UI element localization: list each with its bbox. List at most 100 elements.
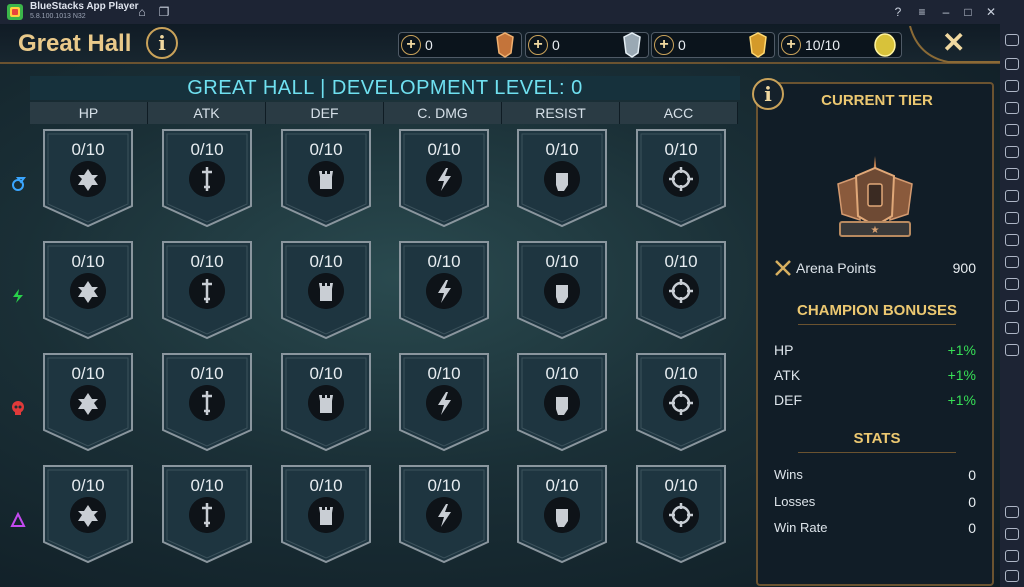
slot-progress: 0/10	[309, 476, 343, 495]
upgrade-slot[interactable]: 0/10	[516, 352, 608, 452]
stat-label: Win Rate	[774, 520, 828, 535]
gamepad-icon[interactable]	[1005, 124, 1019, 136]
location-icon[interactable]	[1005, 278, 1019, 290]
slot-progress: 0/10	[427, 364, 461, 383]
back-icon[interactable]	[1005, 528, 1019, 540]
gold-medal-icon	[749, 32, 767, 58]
upgrade-slot[interactable]: 0/10	[635, 464, 727, 564]
close-window-button[interactable]: ✕	[983, 4, 999, 20]
upgrade-slot[interactable]: 0/10	[280, 464, 372, 564]
upgrade-slot[interactable]: 0/10	[161, 128, 253, 228]
shake-icon[interactable]	[1005, 300, 1019, 312]
resist-stat-icon	[544, 385, 580, 421]
info-button[interactable]: i	[146, 27, 178, 59]
stats-title: STATS	[853, 430, 901, 447]
slot-progress: 0/10	[545, 140, 579, 159]
crossed-swords-icon	[775, 260, 791, 276]
folder-icon[interactable]	[1005, 212, 1019, 224]
atk-stat-icon	[189, 497, 225, 533]
slot-progress: 0/10	[190, 252, 224, 271]
screen-record-icon[interactable]	[1005, 234, 1019, 246]
upgrade-slot[interactable]: 0/10	[635, 352, 727, 452]
minimize-button[interactable]: –	[938, 4, 954, 20]
crit-dmg-stat-icon	[426, 161, 462, 197]
eco-mode-icon[interactable]	[1005, 344, 1019, 356]
tier-panel: i CURRENT TIER ★ Arena Points 900 CHAMPI…	[752, 78, 994, 586]
upgrade-slot[interactable]: 0/10	[280, 352, 372, 452]
slot-progress: 0/10	[545, 364, 579, 383]
upgrade-slot[interactable]: 0/10	[42, 352, 134, 452]
window-title: BlueStacks App Player	[30, 1, 139, 12]
resist-stat-icon	[544, 273, 580, 309]
stat-label: Wins	[774, 467, 803, 482]
column-header: RESIST	[502, 102, 620, 124]
resist-stat-icon	[544, 161, 580, 197]
acc-stat-icon	[663, 497, 699, 533]
airplane-icon[interactable]	[1005, 256, 1019, 268]
slot-progress: 0/10	[71, 476, 105, 495]
champion-bonuses-title: CHAMPION BONUSES	[796, 302, 957, 319]
upgrade-slot[interactable]: 0/10	[161, 464, 253, 564]
upgrade-slot[interactable]: 0/10	[161, 240, 253, 340]
upgrade-slot[interactable]: 0/10	[398, 240, 490, 340]
upgrade-slot[interactable]: 0/10	[42, 464, 134, 564]
column-header: C. DMG	[384, 102, 502, 124]
fullscreen-icon[interactable]	[1005, 34, 1019, 46]
video-icon[interactable]	[1005, 80, 1019, 92]
upgrade-slot[interactable]: 0/10	[280, 128, 372, 228]
upgrade-slot[interactable]: 0/10	[398, 464, 490, 564]
maximize-button[interactable]: □	[960, 4, 976, 20]
arena-token-icon	[874, 33, 896, 57]
slot-progress: 0/10	[664, 140, 698, 159]
resource-value: 10/10	[805, 37, 841, 53]
upgrade-slot[interactable]: 0/10	[161, 352, 253, 452]
help-icon[interactable]: ?	[890, 4, 906, 20]
silver-medal-icon	[623, 32, 641, 58]
upgrade-slot[interactable]: 0/10	[516, 464, 608, 564]
settings-icon[interactable]	[1005, 506, 1019, 518]
volume-icon[interactable]	[1005, 58, 1019, 70]
keyboard-icon[interactable]	[1005, 102, 1019, 114]
resource-gold: + 0	[651, 32, 775, 58]
emulator-sidebar	[1000, 24, 1024, 587]
screenshot-icon[interactable]	[1005, 190, 1019, 202]
home-nav-icon[interactable]	[1005, 550, 1019, 562]
divider	[798, 324, 956, 325]
def-stat-icon	[308, 497, 344, 533]
upgrade-slot[interactable]: 0/10	[635, 240, 727, 340]
resource-bronze: + 0	[398, 32, 522, 58]
upgrade-slot[interactable]: 0/10	[280, 240, 372, 340]
upgrade-slot[interactable]: 0/10	[398, 128, 490, 228]
macro-icon[interactable]	[1005, 146, 1019, 158]
game-topbar: Great Hall i + 0 + 0 + 0 + 10/10 ✕	[0, 24, 1000, 64]
upgrade-slot[interactable]: 0/10	[635, 128, 727, 228]
page-title: Great Hall	[18, 30, 132, 57]
slot-progress: 0/10	[545, 252, 579, 271]
add-gold-button[interactable]: +	[654, 35, 674, 55]
multi-instance-icon[interactable]: ❐	[156, 4, 172, 20]
upgrade-slot[interactable]: 0/10	[516, 240, 608, 340]
bonus-value: +1%	[947, 367, 976, 383]
upgrade-slot[interactable]: 0/10	[516, 128, 608, 228]
slot-progress: 0/10	[71, 364, 105, 383]
add-token-button[interactable]: +	[781, 35, 801, 55]
upgrade-slot[interactable]: 0/10	[42, 240, 134, 340]
column-header: ACC	[620, 102, 738, 124]
tier-badge-icon: ★	[837, 156, 913, 237]
layers-icon[interactable]	[1005, 322, 1019, 334]
atk-stat-icon	[189, 161, 225, 197]
menu-icon[interactable]: ≡	[914, 4, 930, 20]
home-icon[interactable]: ⌂	[134, 4, 150, 20]
add-silver-button[interactable]: +	[528, 35, 548, 55]
slot-progress: 0/10	[664, 364, 698, 383]
stat-value: 0	[968, 520, 976, 536]
slot-progress: 0/10	[190, 476, 224, 495]
close-button[interactable]: ✕	[942, 26, 965, 59]
resist-stat-icon	[544, 497, 580, 533]
add-bronze-button[interactable]: +	[401, 35, 421, 55]
recent-apps-icon[interactable]	[1005, 570, 1019, 582]
apk-icon[interactable]	[1005, 168, 1019, 180]
upgrade-slot[interactable]: 0/10	[398, 352, 490, 452]
upgrade-slot[interactable]: 0/10	[42, 128, 134, 228]
crit-dmg-stat-icon	[426, 273, 462, 309]
